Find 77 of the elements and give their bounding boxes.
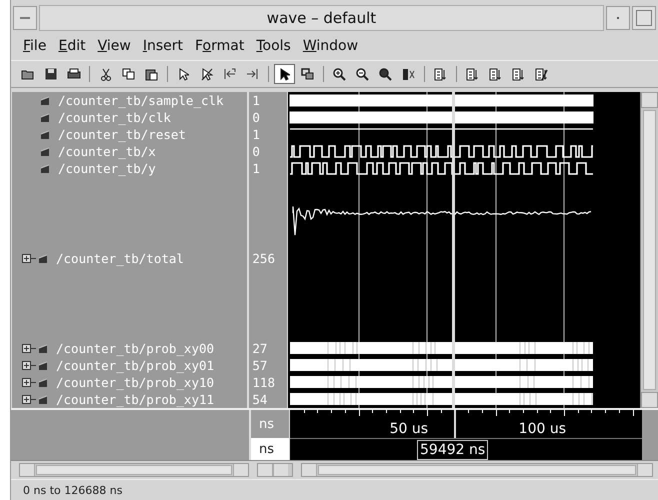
horizontal-scrollbar[interactable] (19, 463, 249, 477)
folder-icon (20, 68, 34, 80)
scissors-icon (100, 68, 110, 80)
horizontal-scrollbar[interactable] (301, 463, 653, 477)
signal-value: 54 (252, 392, 268, 407)
signal-value: 1 (252, 161, 260, 176)
crossed-cursor-icon (200, 68, 212, 80)
signal-value: 27 (252, 341, 268, 356)
tool-button[interactable] (274, 64, 295, 84)
menu-item[interactable]: Window (296, 36, 364, 56)
signal-icon (40, 130, 50, 140)
time-label: 50 us (390, 421, 428, 437)
time-unit: ns (251, 410, 289, 438)
signal-name[interactable]: /counter_tb/sample_clk (58, 93, 224, 108)
step-left-icon (223, 68, 236, 80)
printer-icon (66, 68, 80, 80)
cursor-line[interactable] (452, 92, 456, 408)
signal-icon (38, 394, 48, 404)
step-right-icon (246, 68, 259, 80)
signal-value: 57 (252, 358, 268, 373)
expand-icon[interactable] (22, 395, 36, 404)
window-menu-button[interactable] (13, 6, 37, 30)
signal-name[interactable]: /counter_tb/prob_xy10 (56, 375, 214, 390)
signal-value: 118 (252, 375, 275, 390)
signal-name[interactable]: /counter_tb/prob_xy01 (56, 358, 214, 373)
copy-icon (122, 68, 135, 80)
signal-icon (38, 254, 48, 264)
zoom-out-icon (356, 68, 369, 80)
signal-icon (40, 96, 50, 106)
list-icon (512, 68, 525, 80)
menu-item[interactable]: File (17, 36, 52, 56)
signal-icon (40, 164, 50, 174)
signal-name[interactable]: /counter_tb/clk (58, 110, 171, 125)
menu-item[interactable]: Format (188, 36, 250, 56)
signal-name[interactable]: /counter_tb/y (58, 161, 156, 176)
menu-item[interactable]: Edit (52, 36, 92, 56)
list-icon (434, 68, 447, 80)
signal-icon (40, 146, 50, 156)
signal-value: 0 (252, 110, 260, 125)
menu-item[interactable]: Tools (250, 36, 297, 56)
signal-name[interactable]: /counter_tb/prob_xy11 (56, 392, 214, 407)
signal-icon (40, 112, 50, 122)
expand-icon[interactable] (22, 378, 36, 387)
expand-icon[interactable] (22, 361, 36, 370)
window-title: wave – default (39, 4, 604, 30)
signal-name[interactable]: /counter_tb/x (58, 144, 156, 159)
cursor-unit: ns (251, 438, 289, 460)
signal-value: 256 (252, 251, 275, 266)
expand-icon[interactable] (22, 254, 36, 263)
expand-icon[interactable] (22, 344, 36, 353)
list-icon (466, 68, 479, 80)
maximize-button[interactable] (632, 6, 656, 30)
zoom-fit-icon (379, 68, 392, 80)
horizontal-scrollbar[interactable] (257, 463, 293, 477)
signal-value: 1 (252, 127, 260, 142)
signal-name[interactable]: /counter_tb/prob_xy00 (56, 341, 214, 356)
zoom-box-icon (301, 68, 314, 80)
signal-value: 1 (252, 93, 260, 108)
menu-item[interactable]: Insert (136, 36, 189, 56)
marker-icon (402, 68, 415, 80)
signal-name[interactable]: /counter_tb/reset (58, 127, 186, 142)
zoom-in-icon (333, 68, 346, 80)
signal-icon (38, 360, 48, 370)
list-icon (535, 68, 548, 80)
time-label: 100 us (518, 421, 566, 437)
status-text: 0 ns to 126688 ns (23, 484, 122, 496)
signal-value: 0 (252, 144, 260, 159)
signal-icon (38, 378, 48, 388)
signal-icon (38, 344, 48, 354)
cursor-icon (280, 68, 290, 80)
list-icon (489, 68, 502, 80)
vertical-scrollbar[interactable] (640, 92, 658, 408)
menu-item[interactable]: View (92, 36, 137, 56)
cursor-icon (178, 68, 188, 80)
cursor-readout[interactable]: 59492 ns (417, 440, 488, 460)
clipboard-icon (145, 68, 158, 80)
signal-name[interactable]: /counter_tb/total (56, 251, 184, 266)
